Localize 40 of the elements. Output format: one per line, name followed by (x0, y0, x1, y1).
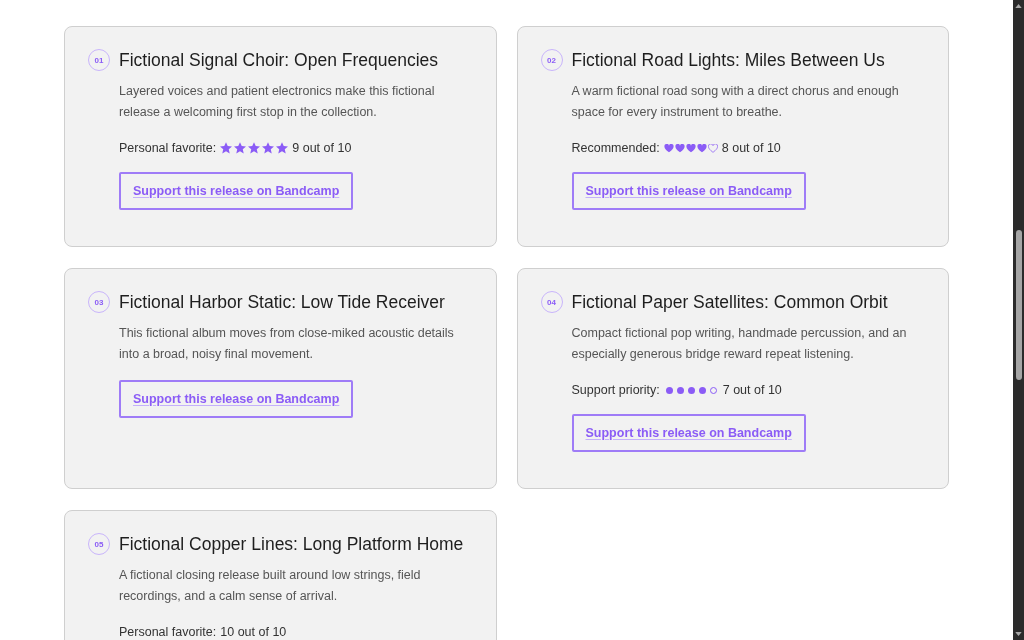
release-description: A warm fictional road song with a direct chorus and enough space for every instrument to breathe. (571, 83, 900, 121)
scrollbar-thumb[interactable] (1015, 230, 1022, 380)
release-description: Compact fictional pop writing, handmade percussion, and an especially generous bridge reward repeat listening. (571, 325, 908, 363)
release-title: Fictional Signal Choir: Open Frequencies (119, 49, 439, 72)
rating-score: 8 out of 10 (721, 140, 781, 157)
heart-icon (674, 143, 685, 153)
heart-icon (685, 143, 696, 153)
star-icon (234, 142, 247, 154)
rating-score: 9 out of 10 (292, 140, 352, 157)
release-title: Fictional Paper Satellites: Common Orbit (571, 291, 888, 314)
dot-icon (676, 386, 684, 394)
support-link[interactable]: Support this release on Bandcamp (571, 172, 806, 210)
heart-icon (663, 143, 674, 153)
release-description: Layered voices and patient electronics make this fictional release a welcoming first stop in the collection. (119, 83, 436, 121)
rating-label: Support priority: (571, 382, 660, 399)
dot-icon (665, 386, 673, 394)
release-title: Fictional Harbor Static: Low Tide Receiver (119, 291, 445, 314)
dot-icon (687, 386, 695, 394)
rating-label: Recommended: (571, 140, 660, 157)
release-description: This fictional album moves from close-miked acoustic details into a broad, noisy final movement. (119, 325, 455, 363)
support-link[interactable]: Support this release on Bandcamp (119, 380, 354, 418)
release-description: A fictional closing release built around low strings, field recordings, and a calm sense of arrival. (119, 567, 422, 605)
scroll-up-arrow-icon[interactable] (1015, 4, 1022, 8)
support-link[interactable]: Support this release on Bandcamp (571, 414, 806, 452)
star-icon (262, 142, 275, 154)
rating-label: Personal favorite: (119, 624, 217, 640)
star-icon (248, 142, 261, 154)
scroll-down-arrow-icon[interactable] (1015, 632, 1022, 636)
rating-score: 10 out of 10 (220, 624, 287, 640)
release-title: Fictional Copper Lines: Long Platform Home (119, 533, 464, 556)
support-link[interactable]: Support this release on Bandcamp (119, 172, 354, 210)
star-icon (276, 142, 289, 154)
release-title: Fictional Road Lights: Miles Between Us (571, 49, 885, 72)
heart-icon (707, 143, 718, 153)
star-icon (220, 142, 233, 154)
dot-icon (698, 386, 706, 394)
rating-label: Personal favorite: (119, 140, 217, 157)
dot-icon (709, 386, 717, 394)
rating-score: 7 out of 10 (722, 382, 782, 399)
heart-icon (696, 143, 707, 153)
